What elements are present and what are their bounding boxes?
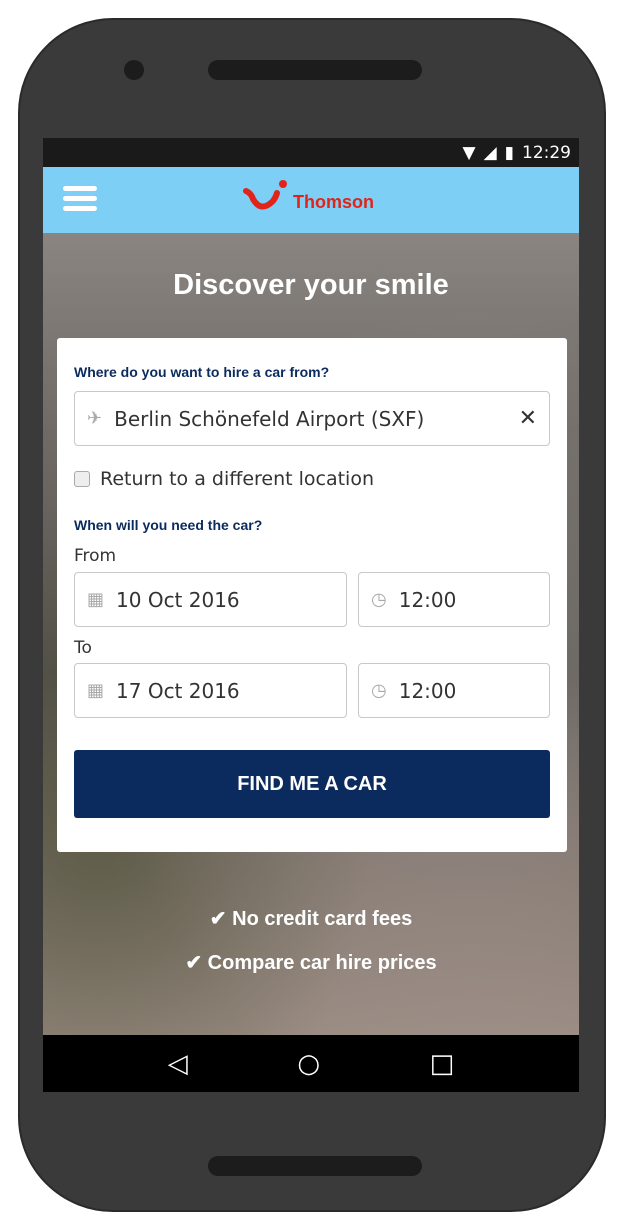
- clock: 12:29: [522, 142, 571, 163]
- to-date: 17 Oct 2016: [116, 678, 240, 703]
- wifi-icon: ▼: [462, 142, 476, 163]
- from-time-input[interactable]: ◷ 12:00: [358, 572, 550, 627]
- bottom-speaker: [208, 1156, 422, 1176]
- menu-icon[interactable]: [63, 186, 97, 212]
- page-title: Discover your smile: [173, 269, 449, 301]
- from-time: 12:00: [398, 587, 457, 612]
- recents-icon[interactable]: □: [430, 1049, 455, 1079]
- from-date: 10 Oct 2016: [116, 587, 240, 612]
- return-checkbox[interactable]: Return to a different location: [74, 468, 374, 490]
- calendar-icon: ▦: [87, 680, 105, 701]
- android-nav-bar: ◁ ○ □: [43, 1035, 579, 1092]
- from-date-input[interactable]: ▦ 10 Oct 2016: [74, 572, 347, 627]
- status-bar: ▼ ◢ ▮ 12:29: [43, 138, 579, 167]
- hero: Discover your smile Where do you want to…: [43, 233, 579, 1035]
- when-label: When will you need the car?: [74, 517, 263, 533]
- perk-text: No credit card fees: [232, 908, 413, 930]
- perk-item: ✔ No credit card fees: [43, 906, 579, 931]
- to-time: 12:00: [398, 678, 457, 703]
- to-date-input[interactable]: ▦ 17 Oct 2016: [74, 663, 347, 718]
- calendar-icon: ▦: [87, 589, 105, 610]
- clear-icon[interactable]: ✕: [519, 406, 537, 431]
- location-value: Berlin Schönefeld Airport (SXF): [114, 406, 425, 431]
- return-label: Return to a different location: [100, 468, 375, 490]
- screen: ▼ ◢ ▮ 12:29 Thomson Discover your smile …: [43, 138, 579, 1092]
- to-time-input[interactable]: ◷ 12:00: [358, 663, 550, 718]
- from-label: From: [74, 546, 117, 566]
- find-car-button[interactable]: FIND ME A CAR: [74, 750, 550, 818]
- search-form: Where do you want to hire a car from? ✈ …: [57, 338, 567, 852]
- brand-logo[interactable]: Thomson: [243, 179, 374, 213]
- battery-icon: ▮: [504, 142, 514, 163]
- location-input[interactable]: ✈ Berlin Schönefeld Airport (SXF) ✕: [74, 391, 550, 446]
- smile-logo-icon: [243, 180, 287, 210]
- plane-icon: ✈: [87, 408, 103, 429]
- app-header: Thomson: [43, 167, 579, 233]
- location-label: Where do you want to hire a car from?: [74, 364, 330, 380]
- checkbox[interactable]: [74, 471, 90, 487]
- speaker: [208, 60, 422, 80]
- camera: [124, 60, 144, 80]
- perk-item: ✔ Compare car hire prices: [43, 950, 579, 975]
- back-icon[interactable]: ◁: [168, 1049, 188, 1079]
- clock-icon: ◷: [371, 589, 387, 610]
- brand-name: Thomson: [293, 192, 374, 212]
- home-icon[interactable]: ○: [297, 1049, 320, 1079]
- signal-icon: ◢: [483, 142, 497, 163]
- check-icon: ✔: [185, 952, 208, 974]
- perk-text: Compare car hire prices: [207, 952, 437, 974]
- check-icon: ✔: [209, 908, 233, 930]
- clock-icon: ◷: [371, 680, 387, 701]
- to-label: To: [74, 638, 92, 658]
